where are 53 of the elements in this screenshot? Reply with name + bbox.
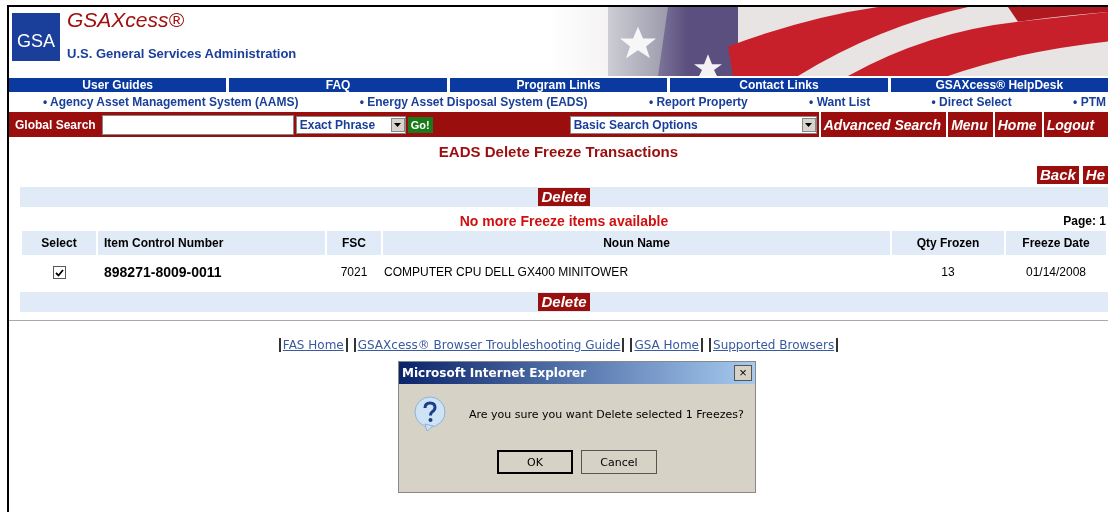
- status-message: No more Freeze items available: [459, 213, 669, 229]
- dialog-title: Microsoft Internet Explorer: [402, 366, 587, 380]
- system-link[interactable]: • Agency Asset Management System (AAMS): [43, 95, 299, 112]
- nav-button[interactable]: Logout: [1041, 112, 1098, 137]
- nav-link[interactable]: GSAXcess® HelpDesk: [890, 78, 1108, 92]
- system-link[interactable]: • Energy Asset Disposal System (EADS): [359, 95, 588, 112]
- nav-link[interactable]: User Guides: [9, 78, 227, 92]
- table-cell-text: 898271-8009-0011: [103, 263, 223, 282]
- dialog-button[interactable]: OK: [497, 450, 573, 474]
- table-cell-text: COMPUTER CPU DELL GX400 MINITOWER: [383, 264, 630, 281]
- footer-link[interactable]: GSAXcess® Browser Troubleshooting Guide: [353, 338, 625, 352]
- question-icon: [413, 396, 447, 432]
- system-link[interactable]: • PTM: [1073, 95, 1106, 112]
- go-button[interactable]: Go!: [407, 116, 433, 133]
- column-header: FSC: [327, 231, 381, 255]
- gsa-logo: GSA: [12, 13, 60, 61]
- caret-icon: [805, 122, 813, 127]
- footer-link[interactable]: FAS Home: [278, 338, 348, 352]
- action-button[interactable]: He: [1082, 166, 1108, 184]
- global-search-label: Global Search: [14, 117, 97, 132]
- phrase-dropdown[interactable]: Exact Phrase: [295, 115, 406, 134]
- table-cell-text: 01/14/2008: [1024, 264, 1088, 281]
- column-header: Item Control Number: [98, 231, 325, 255]
- agency-name: U.S. General Services Administration: [67, 46, 298, 61]
- global-search-field[interactable]: [101, 114, 294, 135]
- product-name: GSAXcess®: [67, 8, 185, 32]
- system-link[interactable]: • Want List: [809, 95, 871, 112]
- action-button[interactable]: Back: [1036, 166, 1079, 184]
- search-options-dropdown[interactable]: Basic Search Options: [569, 115, 817, 134]
- column-header: Noun Name: [383, 231, 890, 255]
- close-button[interactable]: ×: [734, 365, 752, 381]
- system-link[interactable]: • Report Property: [648, 95, 748, 112]
- column-header: Qty Frozen: [892, 231, 1004, 255]
- select-checkbox[interactable]: [52, 266, 66, 280]
- caret-icon: [394, 122, 402, 127]
- column-header: Select: [22, 231, 96, 255]
- delete-button[interactable]: Delete: [538, 293, 590, 311]
- nav-link[interactable]: Program Links: [449, 78, 668, 92]
- page-title: EADS Delete Freeze Transactions: [437, 143, 680, 160]
- table-cell-text: 7021: [339, 264, 369, 281]
- nav-link[interactable]: Contact Links: [670, 78, 888, 92]
- column-header: Freeze Date: [1006, 231, 1106, 255]
- nav-button[interactable]: Menu: [946, 112, 991, 137]
- footer-link[interactable]: Supported Browsers: [709, 338, 839, 352]
- nav-link[interactable]: FAQ: [229, 78, 447, 92]
- dialog-message: Are you sure you want Delete selected 1 Freezes?: [469, 407, 744, 421]
- dialog-button[interactable]: Cancel: [581, 450, 657, 474]
- footer-link[interactable]: GSA Home: [630, 338, 703, 352]
- table-cell-text: 13: [940, 264, 956, 281]
- system-link[interactable]: • Direct Select: [931, 95, 1012, 112]
- nav-button[interactable]: Home: [992, 112, 1040, 137]
- delete-button[interactable]: Delete: [538, 188, 590, 206]
- page-number: Page: 1: [1063, 214, 1106, 228]
